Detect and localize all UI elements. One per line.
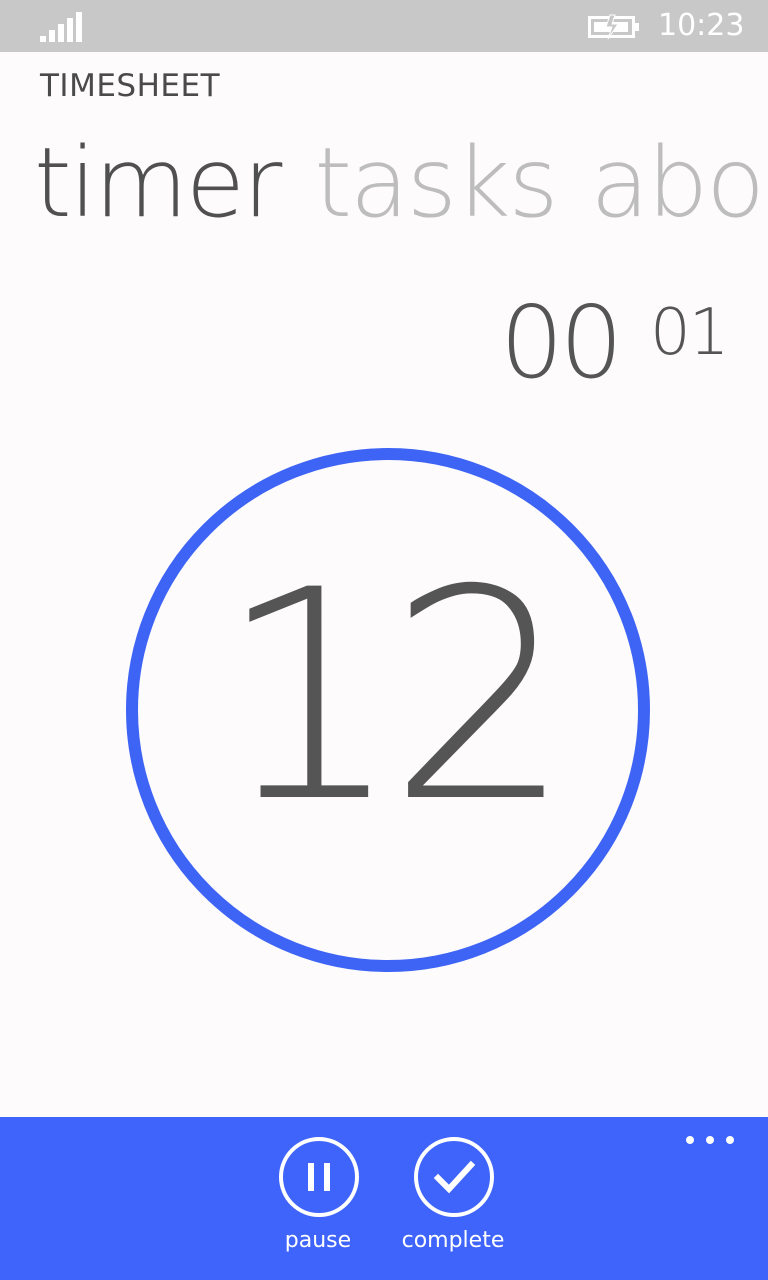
more-options-button[interactable] <box>686 1133 734 1147</box>
status-clock: 10:23 <box>658 8 745 43</box>
status-bar: 10:23 <box>0 0 768 52</box>
elapsed-primary: 00 <box>500 284 623 401</box>
pause-button-label: pause <box>284 1228 352 1253</box>
pause-button[interactable]: pause <box>248 1135 388 1265</box>
pivot-tab-tasks[interactable]: tasks <box>314 127 558 239</box>
timer-screen: 10:23 TIMESHEET timer tasks about 00 01 12… <box>0 0 768 1280</box>
pause-icon <box>308 1163 330 1191</box>
pivot-header: timer tasks about <box>34 128 768 238</box>
elapsed-secondary: 01 <box>650 296 729 370</box>
battery-charging-icon <box>588 14 639 40</box>
ellipsis-icon <box>726 1136 734 1144</box>
complete-button[interactable]: complete <box>383 1135 523 1265</box>
app-title: TIMESHEET <box>40 68 221 104</box>
ellipsis-icon <box>686 1136 694 1144</box>
pause-button-circle <box>279 1137 359 1217</box>
app-bar: pause complete <box>0 1117 768 1280</box>
ellipsis-icon <box>706 1136 714 1144</box>
timer-ring-value: 12 <box>217 529 572 866</box>
signal-strength-icon <box>40 12 82 42</box>
complete-button-circle <box>414 1137 494 1217</box>
pivot-tab-about[interactable]: about <box>590 127 768 239</box>
complete-button-label: complete <box>401 1228 505 1253</box>
pivot-tab-timer[interactable]: timer <box>34 127 282 239</box>
check-icon <box>433 1160 476 1194</box>
